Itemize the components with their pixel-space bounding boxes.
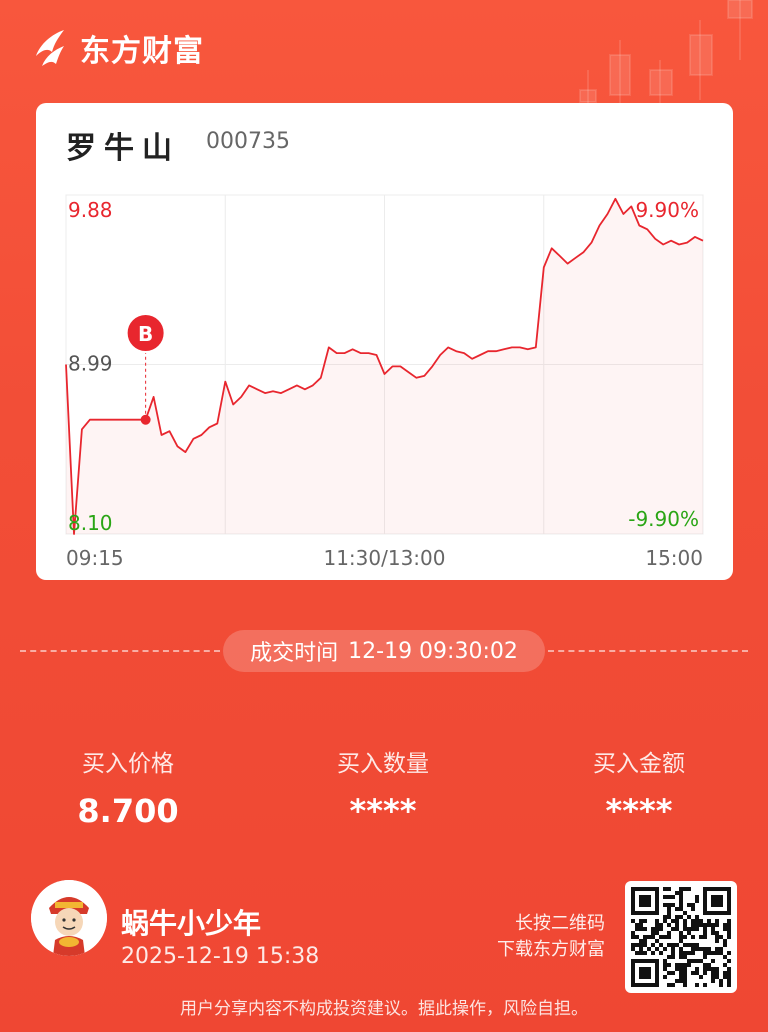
x-label-close: 15:00 [645, 546, 703, 570]
qr-hint: 长按二维码 下载东方财富 [460, 911, 605, 963]
trade-time-label: 成交时间 [250, 641, 339, 666]
brand-name: 东方财富 [80, 34, 204, 69]
buy-marker-dot [140, 414, 151, 425]
stock-code: 000735 [206, 129, 290, 154]
buy-quantity-label: 买入数量 [337, 751, 429, 777]
pct-max-label: 9.90% [635, 198, 699, 222]
trade-time-value: 12-19 09:30:02 [348, 638, 518, 664]
caishen-avatar-icon [31, 880, 107, 956]
buy-quantity-stat: 买入数量 **** [283, 744, 483, 830]
y-max-label: 9.88 [68, 198, 113, 222]
buy-marker-label: B [138, 322, 153, 346]
buy-amount-value: **** [605, 792, 673, 830]
buy-amount-label: 买入金额 [593, 751, 685, 777]
trade-time-pill: 成交时间 12-19 09:30:02 [223, 630, 545, 672]
eastmoney-logo-icon [36, 30, 64, 66]
buy-quantity-value: **** [349, 792, 417, 830]
qr-hint-line1: 长按二维码 [515, 913, 605, 934]
qr-code[interactable] [625, 881, 737, 993]
qr-code-icon [631, 887, 731, 987]
user-name: 蜗牛小少年 [121, 907, 262, 940]
x-label-open: 09:15 [66, 546, 124, 570]
user-avatar[interactable] [31, 880, 107, 956]
x-label-midday: 11:30/13:00 [323, 546, 445, 570]
pct-min-label: -9.90% [628, 507, 699, 531]
buy-price-label: 买入价格 [82, 751, 174, 777]
share-timestamp: 2025-12-19 15:38 [121, 944, 320, 969]
dashed-divider-left [20, 650, 220, 652]
dashed-divider-right [548, 650, 748, 652]
stock-name: 罗牛山 [66, 131, 180, 166]
trade-time-divider: 成交时间 12-19 09:30:02 [0, 630, 768, 672]
buy-price-stat: 买入价格 8.700 [28, 744, 228, 830]
y-mid-label: 8.99 [68, 352, 113, 376]
stock-chart-card[interactable]: 9.88 8.99 8.10 9.90% -9.90% 09:15 11:30/13:00 1… [36, 103, 733, 580]
qr-hint-line2: 下载东方财富 [497, 939, 605, 960]
buy-price-value: 8.700 [77, 792, 179, 830]
y-min-label: 8.10 [68, 511, 113, 535]
buy-amount-stat: 买入金额 **** [539, 744, 739, 830]
brand: 东方财富 [30, 26, 204, 70]
disclaimer: 用户分享内容不构成投资建议。据此操作，风险自担。 [180, 999, 588, 1019]
intraday-chart: 9.88 8.99 8.10 9.90% -9.90% 09:15 11:30/13:00 1… [65, 194, 704, 570]
